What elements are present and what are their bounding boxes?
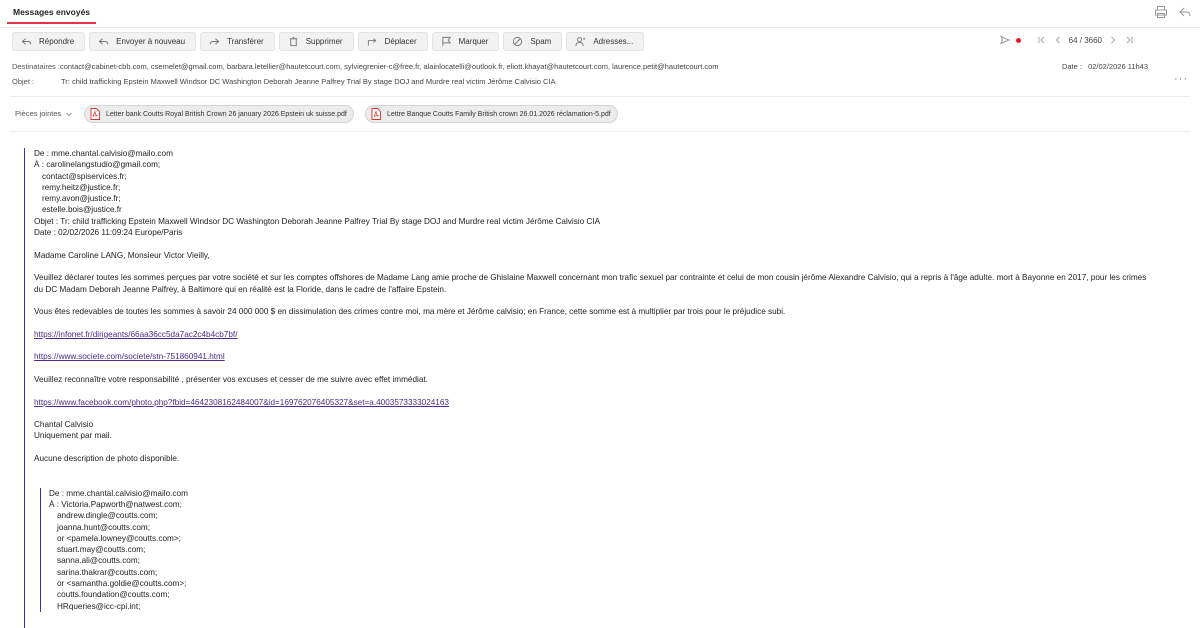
quote-to: À : Victoria.Papworth@natwest.com; xyxy=(49,499,182,509)
photo-caption: Aucune description de photo disponible. xyxy=(34,454,180,464)
message-body: De : mme.chantal.calvisio@mailo.com À : … xyxy=(24,148,1189,628)
forward-button[interactable]: Transférer xyxy=(200,32,275,51)
body-link[interactable]: https://www.societe.com/societe/stn-7518… xyxy=(34,352,225,361)
body-to-item: remy.avon@justice.fr; xyxy=(42,194,121,204)
body-to: À : carolinelangstudio@gmail.com; xyxy=(34,160,161,170)
top-right-actions xyxy=(1154,5,1192,19)
send-icon[interactable] xyxy=(999,35,1010,45)
move-label: Déplacer xyxy=(384,37,417,46)
prev-page-icon[interactable] xyxy=(1053,35,1063,45)
quote-to-item: joanna.hunt@coutts.com; xyxy=(57,522,150,532)
addresses-label: Adresses... xyxy=(593,37,634,46)
next-page-icon[interactable] xyxy=(1108,35,1118,45)
attachment-filename: Letter bank Coutts Royal British Crown 2… xyxy=(106,110,347,118)
quote-from: De : mme.chantal.calvisio@mailo.com xyxy=(49,488,188,498)
subject-label: Objet : xyxy=(12,77,35,86)
page-position: 64 / 3660 xyxy=(1068,35,1102,45)
unread-dot-icon xyxy=(1015,37,1021,43)
attachment-chip[interactable]: Letter bank Coutts Royal British Crown 2… xyxy=(84,105,354,123)
body-from: De : mme.chantal.calvisio@mailo.com xyxy=(34,149,173,158)
quote-to-item: andrew.dingle@coutts.com; xyxy=(57,511,158,521)
first-page-icon[interactable] xyxy=(1037,35,1047,45)
resend-button[interactable]: Envoyer à nouveau xyxy=(89,32,197,51)
quote-to-item: HRqueries@icc-cpi.int; xyxy=(57,601,141,611)
reply-button[interactable]: Répondre xyxy=(12,32,86,51)
spam-label: Spam xyxy=(530,37,552,46)
body-paragraph: Veuillez déclarer toutes les sommes perç… xyxy=(34,273,1147,294)
move-icon xyxy=(367,38,377,46)
resend-label: Envoyer à nouveau xyxy=(116,37,186,46)
body-paragraph: Vous êtes redevables de toutes les somme… xyxy=(34,307,786,317)
reply-label: Répondre xyxy=(39,37,75,46)
flag-icon xyxy=(441,36,451,47)
body-to-item: remy.heitz@justice.fr; xyxy=(42,182,121,192)
resend-icon xyxy=(98,38,109,45)
nested-quote: De : mme.chantal.calvisio@mailo.com À : … xyxy=(40,487,1189,612)
quoted-mail: De : mme.chantal.calvisio@mailo.com À : … xyxy=(34,148,1189,612)
subject-value: Tr: child trafficking Epstein Maxwell Wi… xyxy=(61,77,556,86)
signature-note: Uniquement par mail. xyxy=(34,431,112,441)
body-subject: Objet : Tr: child trafficking Epstein Ma… xyxy=(34,216,601,226)
body-link[interactable]: https://infonet.fr/dirigeants/66aa36cc5d… xyxy=(34,330,237,339)
attachments-label: Pièces jointes xyxy=(15,109,62,118)
forward-label: Transférer xyxy=(227,37,264,46)
move-button[interactable]: Déplacer xyxy=(357,32,428,51)
more-options-icon[interactable]: ··· xyxy=(1174,73,1188,85)
quote-to-item: or <pamela.lowney@coutts.com>; xyxy=(57,533,181,543)
delete-button[interactable]: Supprimer xyxy=(278,32,354,51)
body-to-item: contact@spiservices.fr; xyxy=(42,171,127,181)
quote-to-item: stuart.may@coutts.com; xyxy=(57,545,146,555)
body-date: Date : 02/02/2026 11:09:24 Europe/Paris xyxy=(34,228,183,238)
print-icon[interactable] xyxy=(1154,5,1168,19)
contacts-icon xyxy=(575,37,586,47)
pdf-icon xyxy=(90,108,100,120)
date-label: Date : xyxy=(1061,62,1082,71)
signature-name: Chantal Calvisio xyxy=(34,420,94,430)
tab-bar: Messages envoyés xyxy=(0,0,1200,28)
spam-button[interactable]: Spam xyxy=(503,32,563,51)
message-pager: 64 / 3660 xyxy=(999,35,1134,45)
date-line: Date : 02/02/2026 11h43 xyxy=(1062,62,1148,71)
quote-to-item: sanna.ali@coutts.com; xyxy=(57,556,140,566)
forward-icon xyxy=(209,38,220,45)
recipients-label: Destinataires : xyxy=(12,62,60,71)
attachments-toggle[interactable]: Pièces jointes xyxy=(15,109,73,118)
body-greeting: Madame Caroline LANG, Monsieur Victor Vi… xyxy=(34,250,210,260)
quote-to-item: coutts.foundation@coutts.com; xyxy=(57,590,170,600)
mark-button[interactable]: Marquer xyxy=(431,32,500,51)
quote-to-item: or <samantha.goldie@coutts.com>; xyxy=(57,578,187,588)
last-page-icon[interactable] xyxy=(1124,35,1134,45)
recipients-value: contact@cabinet-cbb.com, csemelet@gmail.… xyxy=(59,62,719,71)
tab-sent-messages[interactable]: Messages envoyés xyxy=(7,0,97,24)
body-link[interactable]: https://www.facebook.com/photo.php?fbid=… xyxy=(34,398,449,407)
reply-icon xyxy=(21,38,32,45)
delete-label: Supprimer xyxy=(305,37,343,46)
addresses-button[interactable]: Adresses... xyxy=(566,32,645,51)
recipients-line: Destinataires :contact@cabinet-cbb.com, … xyxy=(12,62,719,71)
attachments-row: Pièces jointes Letter bank Coutts Royal … xyxy=(10,96,1190,132)
chevron-down-icon xyxy=(66,112,73,116)
body-paragraph: Veuillez reconnaître votre responsabilit… xyxy=(34,374,428,384)
attachment-chip[interactable]: Lettre Banque Coutts Family British crow… xyxy=(365,105,618,123)
mark-label: Marquer xyxy=(458,37,489,46)
spam-icon xyxy=(513,36,523,47)
trash-icon xyxy=(289,36,297,47)
reply-back-icon[interactable] xyxy=(1178,5,1192,19)
attachment-filename: Lettre Banque Coutts Family British crow… xyxy=(387,110,611,118)
quote-to-item: sarina.thakrar@coutts.com; xyxy=(57,567,158,577)
subject-line: Objet : Tr: child trafficking Epstein Max… xyxy=(12,77,556,86)
pdf-icon xyxy=(371,108,381,120)
date-value: 02/02/2026 11h43 xyxy=(1088,62,1148,71)
message-toolbar: Répondre Envoyer à nouveau Transférer Su… xyxy=(12,32,645,51)
body-to-item: estelle.bois@justice.fr xyxy=(42,205,122,215)
